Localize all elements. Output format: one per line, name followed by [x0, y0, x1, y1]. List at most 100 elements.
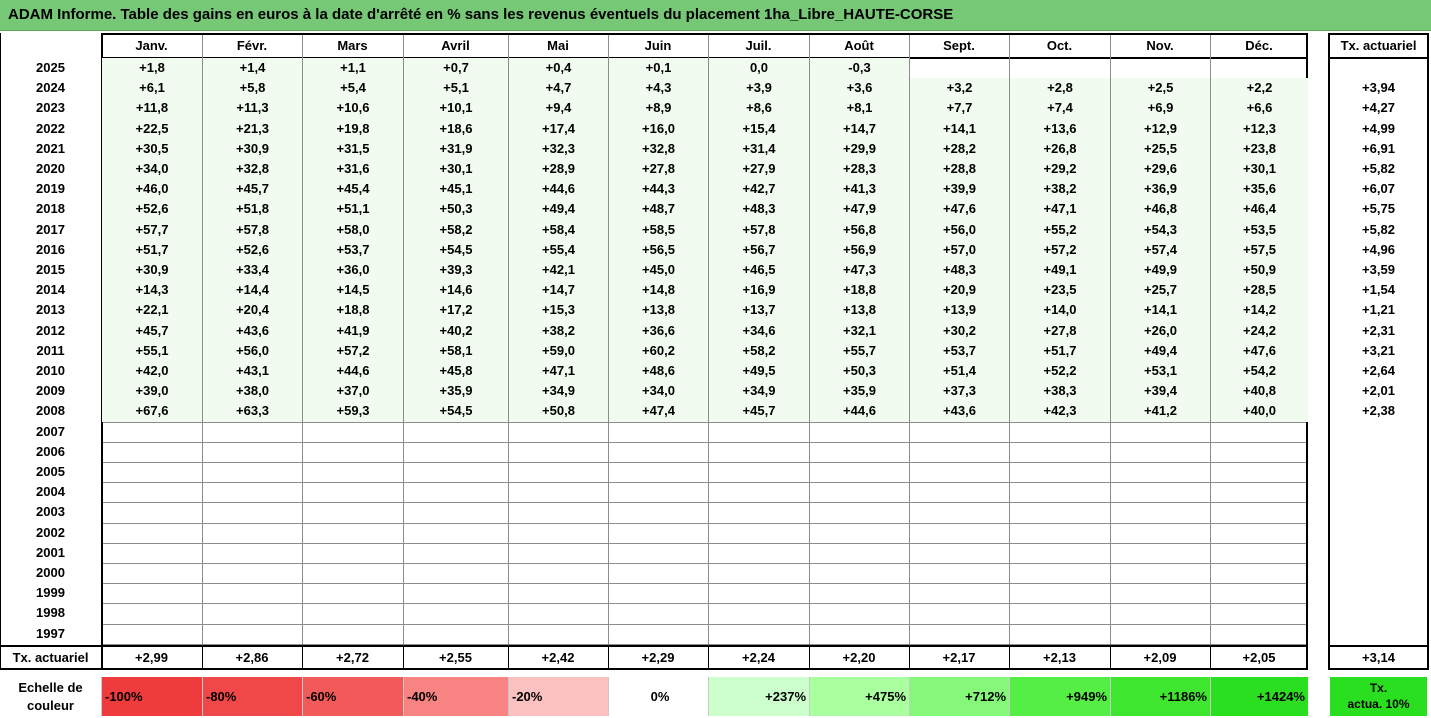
year-label: 2004 — [36, 484, 65, 500]
table-cell: +46,5 — [709, 260, 809, 281]
table-cell: +36,9 — [1111, 179, 1210, 200]
table-cell: +67,6 — [102, 401, 202, 422]
table-cell — [509, 422, 608, 442]
table-cell: +45,0 — [609, 260, 708, 281]
table-cell — [1211, 422, 1308, 442]
table-cell: +19,8 — [303, 118, 403, 139]
table-cell: +5,4 — [303, 78, 403, 99]
table-cell: +45,4 — [303, 179, 403, 200]
table-cell — [1111, 442, 1210, 462]
year-label: 2000 — [36, 565, 65, 580]
table-cell — [810, 523, 909, 543]
footer-column-divider — [1110, 647, 1111, 669]
table-cell: +30,9 — [102, 260, 202, 281]
table-cell — [404, 502, 508, 522]
table-cell — [709, 442, 809, 462]
table-cell: +34,9 — [709, 381, 809, 402]
year-label: 2001 — [36, 544, 65, 560]
table-cell: +35,6 — [1211, 179, 1308, 200]
table-cell — [102, 523, 202, 543]
year-label: 2017 — [36, 221, 65, 237]
table-cell: +51,4 — [910, 361, 1009, 382]
table-cell — [404, 422, 508, 442]
table-cell: +44,6 — [509, 179, 608, 200]
table-cell — [709, 583, 809, 603]
table-cell: +13,9 — [910, 300, 1009, 321]
table-cell — [609, 462, 708, 482]
table-cell — [709, 462, 809, 482]
tx-actuariel-cell: +5,75 — [1362, 201, 1395, 217]
table-cell: +3,2 — [910, 78, 1009, 99]
month-header: Févr. — [236, 38, 268, 53]
table-cell: +49,4 — [509, 199, 608, 220]
table-cell: 0,0 — [709, 58, 809, 79]
table-cell: -0,3 — [810, 58, 909, 79]
table-cell — [404, 583, 508, 603]
table-cell: +36,0 — [303, 260, 403, 281]
table-cell: +53,7 — [910, 340, 1009, 361]
year-label: 2009 — [36, 383, 65, 399]
table-cell: +47,4 — [609, 401, 708, 422]
table-cell: +18,8 — [810, 280, 909, 301]
table-cell — [102, 462, 202, 482]
table-cell: +43,1 — [203, 361, 302, 382]
table-cell — [810, 624, 909, 644]
table-cell — [1010, 462, 1110, 482]
table-cell: +28,2 — [910, 138, 1009, 159]
table-cell: +3,9 — [709, 78, 809, 99]
table-cell — [1211, 563, 1308, 583]
table-cell: +39,0 — [102, 381, 202, 402]
tx-actuariel-cell — [1330, 543, 1427, 563]
table-cell: +17,4 — [509, 118, 608, 139]
year-label: 2023 — [36, 100, 65, 116]
table-cell: +55,7 — [810, 340, 909, 361]
table-cell — [1211, 523, 1308, 543]
table-cell — [509, 502, 608, 522]
tx-actuariel-cell: +1,21 — [1362, 302, 1395, 318]
table-cell: +47,1 — [509, 361, 608, 382]
table-cell: +28,5 — [1211, 280, 1308, 301]
table-cell: +34,9 — [509, 381, 608, 402]
table-cell: +27,9 — [709, 159, 809, 180]
table-cell — [609, 603, 708, 623]
table-cell — [509, 624, 608, 644]
color-scale-value: +1186% — [1159, 689, 1207, 704]
table-cell: +57,8 — [709, 219, 809, 240]
tx-actuariel-cell — [1330, 502, 1427, 522]
color-scale-tx: Tx. actua. 10% — [1330, 677, 1427, 716]
table-cell: +34,6 — [709, 320, 809, 341]
table-cell — [1111, 603, 1210, 623]
table-cell — [910, 603, 1009, 623]
table-cell — [609, 583, 708, 603]
table-cell: +5,1 — [404, 78, 508, 99]
table-cell — [203, 624, 302, 644]
tx-actuariel-cell: +5,82 — [1362, 221, 1395, 237]
tx-actuariel-cell — [1330, 442, 1427, 462]
table-cell — [203, 502, 302, 522]
table-cell: +16,0 — [609, 118, 708, 139]
table-cell: +40,2 — [404, 320, 508, 341]
table-cell — [1111, 502, 1210, 522]
table-cell — [910, 462, 1009, 482]
table-cell: +60,2 — [609, 340, 708, 361]
column-divider — [508, 35, 509, 645]
table-cell — [1211, 603, 1308, 623]
footer-cell: +2,13 — [1043, 650, 1076, 665]
year-label: 2007 — [36, 423, 65, 439]
table-cell: +58,2 — [404, 219, 508, 240]
table-cell: +32,8 — [203, 159, 302, 180]
year-label: 2011 — [36, 342, 65, 358]
table-cell: +41,3 — [810, 179, 909, 200]
table-cell: +58,0 — [303, 219, 403, 240]
table-cell: +14,8 — [609, 280, 708, 301]
table-cell: +5,8 — [203, 78, 302, 99]
table-cell — [1010, 502, 1110, 522]
tx-actuariel-cell — [1330, 462, 1427, 482]
table-cell — [303, 502, 403, 522]
color-scale-swatch: +475% — [809, 677, 909, 716]
table-cell: +27,8 — [1010, 320, 1110, 341]
table-cell: +50,9 — [1211, 260, 1308, 281]
table-cell: +14,3 — [102, 280, 202, 301]
table-cell: +35,9 — [404, 381, 508, 402]
tx-actuariel-cell — [1330, 523, 1427, 543]
